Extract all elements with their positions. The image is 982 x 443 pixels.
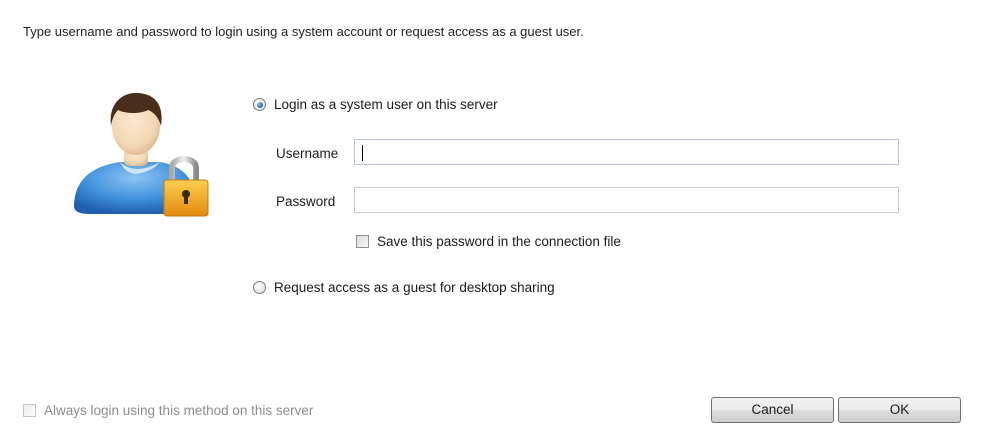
radio-guest[interactable]: Request access as a guest for desktop sh… <box>253 280 555 295</box>
save-password-checkbox-row[interactable]: Save this password in the connection fil… <box>356 234 621 249</box>
radio-system-user[interactable]: Login as a system user on this server <box>253 97 498 112</box>
radio-button-unchecked[interactable] <box>253 281 266 294</box>
instructions-text: Type username and password to login usin… <box>23 24 584 39</box>
always-login-checkbox-row[interactable]: Always login using this method on this s… <box>23 403 313 418</box>
cancel-button[interactable]: Cancel <box>711 397 834 423</box>
radio-button-checked[interactable] <box>253 98 266 111</box>
always-login-label: Always login using this method on this s… <box>44 403 314 418</box>
user-lock-icon <box>74 92 209 217</box>
text-caret <box>362 145 363 161</box>
ok-button[interactable]: OK <box>838 397 961 423</box>
always-login-checkbox[interactable] <box>23 404 36 417</box>
save-password-label: Save this password in the connection fil… <box>377 234 621 249</box>
save-password-checkbox[interactable] <box>356 235 369 248</box>
password-field[interactable] <box>354 187 899 213</box>
radio-system-user-label: Login as a system user on this server <box>274 97 498 112</box>
radio-guest-label: Request access as a guest for desktop sh… <box>274 280 555 295</box>
username-label: Username <box>276 146 339 161</box>
password-label: Password <box>276 194 336 209</box>
login-dialog: Type username and password to login usin… <box>0 0 982 443</box>
username-field[interactable] <box>354 139 899 165</box>
